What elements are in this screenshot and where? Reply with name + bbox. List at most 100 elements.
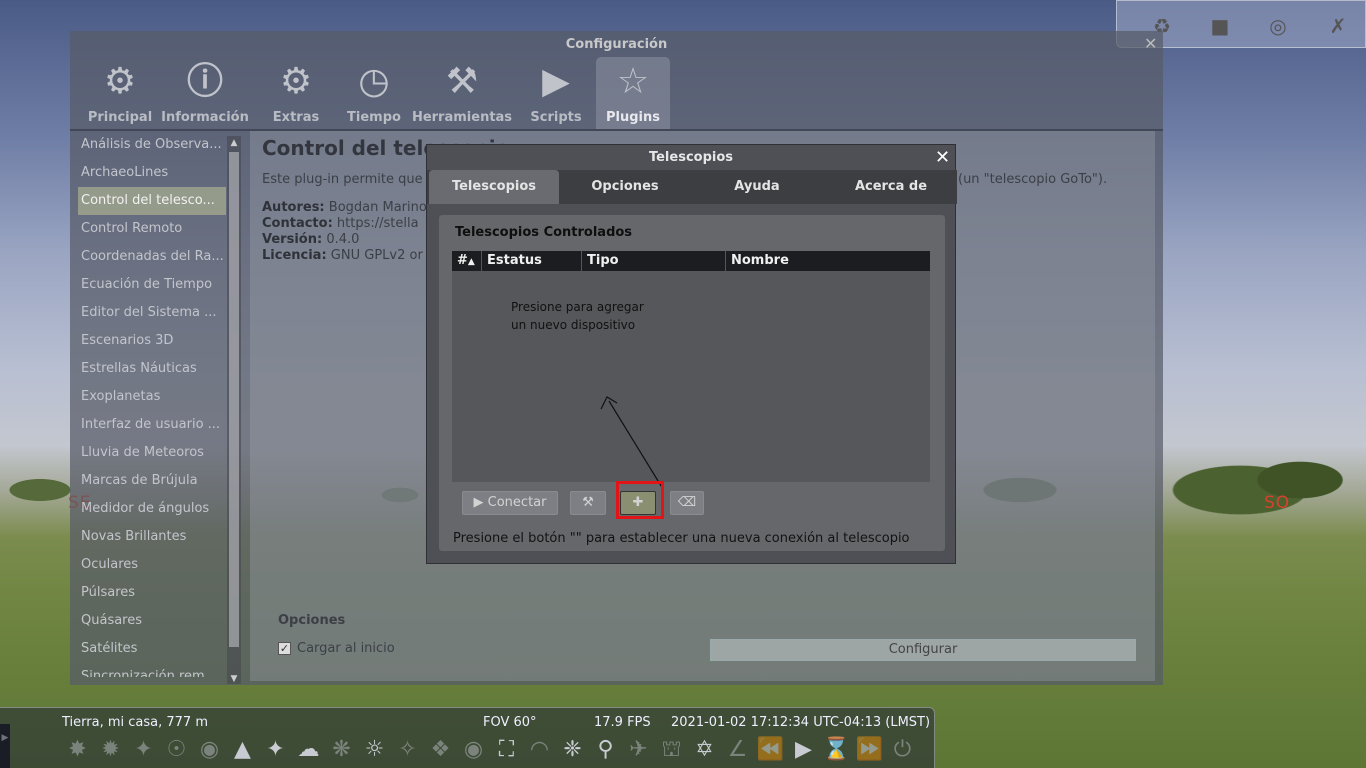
tab-opciones[interactable]: Opciones: [567, 170, 683, 204]
plugin-item[interactable]: Medidor de ángulos: [78, 495, 226, 523]
plugin-item[interactable]: Escenarios 3D: [78, 327, 226, 355]
tab-scripts[interactable]: ▶ Scripts: [516, 57, 596, 129]
tab-label: Información: [161, 110, 249, 125]
plugin-item[interactable]: Lluvia de Meteoros: [78, 439, 226, 467]
plugin-item[interactable]: Marcas de Brújula: [78, 467, 226, 495]
constellation-art-icon[interactable]: ✦: [128, 734, 159, 766]
wrench-icon: ⚒: [582, 495, 594, 510]
plugin-item[interactable]: Ecuación de Tiempo: [78, 271, 226, 299]
azimuthal-grid-icon[interactable]: ◉: [194, 734, 225, 766]
tab-plugins[interactable]: ☆ Plugins: [596, 57, 670, 129]
fullscreen-icon[interactable]: ⛶: [491, 734, 522, 766]
authors-value: Bogdan Marino: [328, 200, 427, 215]
config-title: Configuración: [565, 37, 668, 52]
plugin-item[interactable]: ArchaeoLines: [78, 159, 226, 187]
dialog-close-icon[interactable]: ✕: [935, 147, 950, 168]
constellation-labels-icon[interactable]: ✹: [95, 734, 126, 766]
ground-icon[interactable]: ▲: [227, 734, 258, 766]
plugin-item-selected[interactable]: Control del telesco...: [78, 187, 226, 215]
rewind-icon[interactable]: ⏪: [755, 734, 786, 766]
remove-telescope-button[interactable]: ⌫: [670, 491, 704, 515]
plugin-meta: Autores: Bogdan Marino Contacto: https:/…: [262, 200, 427, 264]
plugin-item[interactable]: Coordenadas del Ra...: [78, 243, 226, 271]
plugin-item[interactable]: Púlsares: [78, 579, 226, 607]
table-header: #▲ Estatus Tipo Nombre: [452, 251, 930, 271]
constellation-lines-icon[interactable]: ✸: [62, 734, 93, 766]
plugin-item[interactable]: Quásares: [78, 607, 226, 635]
gear-icon: ⚙: [103, 61, 137, 102]
planets-icon[interactable]: ☼: [359, 734, 390, 766]
quit-icon[interactable]: ⏻: [887, 734, 918, 766]
tab-label: Principal: [87, 110, 153, 125]
plugin-item[interactable]: Satélites: [78, 635, 226, 663]
version-value: 0.4.0: [326, 232, 360, 247]
connect-button[interactable]: ▶ Conectar: [462, 491, 558, 515]
contact-label: Contacto:: [262, 216, 333, 231]
column-header-status[interactable]: Estatus: [482, 251, 582, 271]
compass-icon[interactable]: ✡: [689, 734, 720, 766]
tab-label: Extras: [272, 110, 320, 125]
plugin-item[interactable]: Sincronización rem...: [78, 663, 226, 677]
ocular-icon[interactable]: ◠: [524, 734, 555, 766]
plugin-item[interactable]: Exoplanetas: [78, 383, 226, 411]
eye-icon[interactable]: ◉: [458, 734, 489, 766]
wrench-icon[interactable]: ✗: [1325, 13, 1351, 39]
atmosphere-icon[interactable]: ☁: [293, 734, 324, 766]
tab-tiempo[interactable]: ◷ Tiempo: [340, 57, 408, 129]
nebulae-icon[interactable]: ❋: [326, 734, 357, 766]
satellites-icon[interactable]: ✈: [623, 734, 654, 766]
plugin-item[interactable]: Interfaz de usuario ...: [78, 411, 226, 439]
configure-button[interactable]: Configurar: [710, 639, 1136, 661]
contact-value[interactable]: https://stella: [337, 216, 419, 231]
fast-forward-icon[interactable]: ⏩: [854, 734, 885, 766]
tab-extras[interactable]: ⚙ Extras: [252, 57, 340, 129]
telescopes-panel: Telescopios Controlados #▲ Estatus Tipo …: [439, 215, 945, 551]
play-time-icon[interactable]: ▶: [788, 734, 819, 766]
angle-measure-icon[interactable]: ∠: [722, 734, 753, 766]
fov-status: FOV 60°: [483, 715, 537, 730]
column-header-type[interactable]: Tipo: [582, 251, 726, 271]
plugin-item[interactable]: Oculares: [78, 551, 226, 579]
scrollbar-thumb[interactable]: [229, 152, 239, 647]
plugin-list-scrollbar[interactable]: ▲ ▼: [227, 136, 241, 684]
target-icon[interactable]: ◎: [1265, 13, 1291, 39]
meteor-showers-icon[interactable]: ❈: [557, 734, 588, 766]
plugin-item[interactable]: Control Remoto: [78, 215, 226, 243]
tab-ayuda[interactable]: Ayuda: [699, 170, 815, 204]
tab-telescopios[interactable]: Telescopios: [429, 170, 559, 204]
plugin-item[interactable]: Novas Brillantes: [78, 523, 226, 551]
tab-principal[interactable]: ⚙ Principal: [82, 57, 158, 129]
checkmark-icon[interactable]: ✓: [278, 642, 291, 655]
config-close-icon[interactable]: ✕: [1144, 34, 1157, 53]
tab-acerca-de[interactable]: Acerca de: [831, 170, 951, 204]
now-icon[interactable]: ⌛: [821, 734, 852, 766]
configure-telescope-button[interactable]: ⚒: [570, 491, 606, 515]
dialog-title: Telescopios: [648, 150, 734, 165]
search-icon[interactable]: ⚲: [590, 734, 621, 766]
column-header-number[interactable]: #▲: [452, 251, 482, 271]
scroll-up-icon[interactable]: ▲: [227, 138, 241, 148]
cardinal-points-icon[interactable]: ✦: [260, 734, 291, 766]
plugin-item[interactable]: Estrellas Náuticas: [78, 355, 226, 383]
center-selected-icon[interactable]: ❖: [425, 734, 456, 766]
telescope-icon[interactable]: ⛫: [656, 734, 687, 766]
plugin-item[interactable]: Editor del Sistema ...: [78, 299, 226, 327]
column-header-name[interactable]: Nombre: [726, 251, 930, 271]
tab-informacion[interactable]: ⓘ Información: [158, 57, 252, 129]
tab-label: Herramientas: [411, 110, 513, 125]
toolbar-icons: ✸ ✹ ✦ ☉ ◉ ▲ ✦ ☁ ❋ ☼ ✧ ❖ ◉ ⛶ ◠ ❈ ⚲ ✈ ⛫ ✡ …: [62, 734, 918, 766]
compass-southwest: SO: [1264, 493, 1291, 513]
scroll-down-icon[interactable]: ▼: [227, 674, 241, 684]
hint-line: un nuevo dispositivo: [511, 318, 636, 332]
equatorial-grid-icon[interactable]: ☉: [161, 734, 192, 766]
mount-icon[interactable]: ✧: [392, 734, 423, 766]
extras-gear-icon: ⚙: [279, 61, 313, 102]
play-icon: ▶: [473, 495, 484, 510]
datetime-status: 2021-01-02 17:12:34 UTC-04:13 (LMST): [671, 715, 931, 730]
window-icon[interactable]: ■: [1207, 13, 1233, 39]
highlight-frame: [616, 481, 664, 519]
tab-herramientas[interactable]: ⚒ Herramientas: [408, 57, 516, 129]
connect-label: Conectar: [487, 495, 547, 510]
plugin-item[interactable]: Análisis de Observa...: [78, 131, 226, 159]
load-at-start-checkbox[interactable]: ✓ Cargar al inicio: [278, 641, 395, 656]
